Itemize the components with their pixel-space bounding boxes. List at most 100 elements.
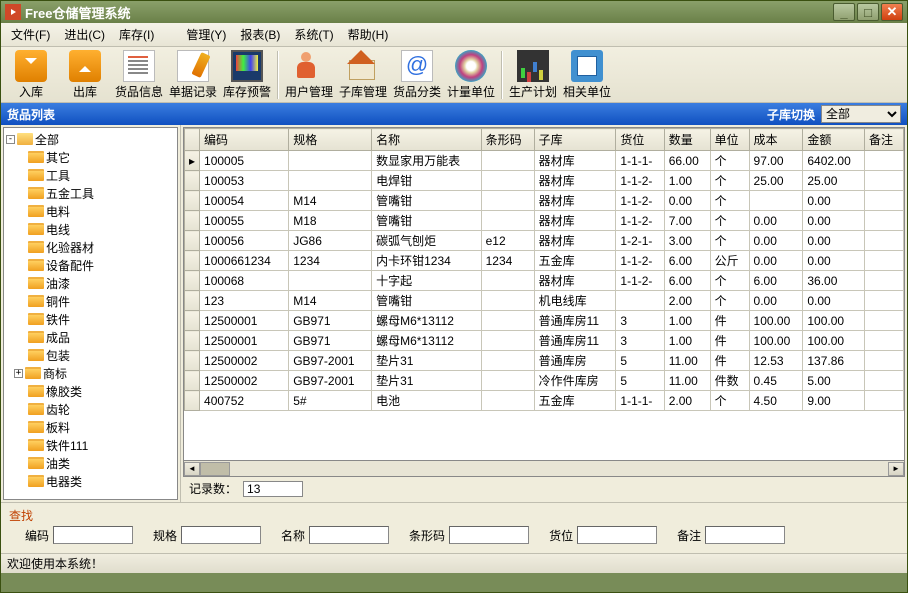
column-header[interactable]: 名称 [372, 129, 482, 151]
cell[interactable]: 0.00 [803, 211, 865, 231]
cell[interactable]: 100056 [200, 231, 289, 251]
column-header[interactable]: 规格 [289, 129, 372, 151]
cell[interactable] [865, 331, 904, 351]
cell[interactable]: 0.00 [803, 291, 865, 311]
table-row[interactable]: 100053电焊钳器材库1-1-2-1.00个25.0025.00 [185, 171, 904, 191]
toolbar-货品分类[interactable]: 货品分类 [391, 49, 443, 101]
tree-node[interactable]: 橡胶类 [6, 382, 175, 400]
cell[interactable]: 1-2-1- [616, 231, 664, 251]
tree-root[interactable]: 全部 [6, 130, 175, 148]
cell[interactable]: 1-1-2- [616, 191, 664, 211]
cell[interactable]: 0.00 [749, 251, 803, 271]
tree-node[interactable]: 铁件 [6, 310, 175, 328]
cell[interactable]: 个 [710, 231, 749, 251]
cell[interactable] [481, 351, 534, 371]
cell[interactable]: 碳弧气刨炬 [372, 231, 482, 251]
cell[interactable]: 件 [710, 331, 749, 351]
cell[interactable]: 100.00 [749, 311, 803, 331]
cell[interactable] [865, 371, 904, 391]
cell[interactable]: 3 [616, 331, 664, 351]
cell[interactable]: 五金库 [534, 251, 616, 271]
tree-node[interactable]: 齿轮 [6, 400, 175, 418]
minimize-button[interactable]: _ [833, 3, 855, 21]
cell[interactable]: M14 [289, 291, 372, 311]
cell[interactable]: 66.00 [664, 151, 710, 171]
search-input-名称[interactable] [309, 526, 389, 544]
tree-node[interactable]: 油类 [6, 454, 175, 472]
cell[interactable]: 普通库房11 [534, 331, 616, 351]
cell[interactable]: 12500002 [200, 351, 289, 371]
cell[interactable]: 0.00 [749, 291, 803, 311]
cell[interactable] [481, 171, 534, 191]
cell[interactable]: 0.00 [803, 231, 865, 251]
tree-node[interactable]: 电器类 [6, 472, 175, 490]
cell[interactable] [481, 391, 534, 411]
toolbar-入库[interactable]: 入库 [5, 49, 57, 101]
cell[interactable]: GB97-2001 [289, 351, 372, 371]
cell[interactable] [289, 271, 372, 291]
cell[interactable]: 11.00 [664, 351, 710, 371]
cell[interactable]: 25.00 [749, 171, 803, 191]
table-row[interactable]: 123M14管嘴钳机电线库2.00个0.000.00 [185, 291, 904, 311]
cell[interactable]: 1000661234 [200, 251, 289, 271]
menu-item[interactable]: 库存(I) [113, 24, 160, 45]
cell[interactable]: 器材库 [534, 151, 616, 171]
tree-node[interactable]: 化验器材 [6, 238, 175, 256]
cell[interactable]: 个 [710, 271, 749, 291]
cell[interactable]: 个 [710, 191, 749, 211]
cell[interactable]: 97.00 [749, 151, 803, 171]
cell[interactable]: 电池 [372, 391, 482, 411]
cell[interactable] [865, 391, 904, 411]
column-header[interactable]: 金额 [803, 129, 865, 151]
cell[interactable] [865, 151, 904, 171]
cell[interactable] [865, 311, 904, 331]
column-header[interactable]: 编码 [200, 129, 289, 151]
cell[interactable]: 个 [710, 291, 749, 311]
cell[interactable] [616, 291, 664, 311]
cell[interactable]: 100.00 [749, 331, 803, 351]
table-row[interactable]: 12500002GB97-2001垫片31冷作件库房511.00件数0.455.… [185, 371, 904, 391]
tree-node[interactable]: 工具 [6, 166, 175, 184]
cell[interactable]: 五金库 [534, 391, 616, 411]
cell[interactable]: 个 [710, 391, 749, 411]
table-row[interactable]: 12500001GB971螺母M6*13112普通库房1131.00件100.0… [185, 331, 904, 351]
cell[interactable]: 1234 [289, 251, 372, 271]
cell[interactable]: M18 [289, 211, 372, 231]
column-header[interactable]: 备注 [865, 129, 904, 151]
tree-node[interactable]: 设备配件 [6, 256, 175, 274]
table-row[interactable]: ▸100005数显家用万能表器材库1-1-1-66.00个97.006402.0… [185, 151, 904, 171]
cell[interactable] [865, 271, 904, 291]
cell[interactable]: 1-1-2- [616, 271, 664, 291]
menu-item[interactable]: 系统(T) [288, 24, 339, 45]
tree-node[interactable]: 铜件 [6, 292, 175, 310]
cell[interactable]: 100068 [200, 271, 289, 291]
cell[interactable]: 1-1-1- [616, 151, 664, 171]
table-row[interactable]: 12500002GB97-2001垫片31普通库房511.00件12.53137… [185, 351, 904, 371]
cell[interactable]: 100.00 [803, 331, 865, 351]
cell[interactable] [481, 211, 534, 231]
tree-node[interactable]: 其它 [6, 148, 175, 166]
cell[interactable]: 1.00 [664, 331, 710, 351]
menu-item[interactable]: 帮助(H) [342, 24, 395, 45]
cell[interactable]: 器材库 [534, 211, 616, 231]
cell[interactable]: 个 [710, 171, 749, 191]
cell[interactable]: 内卡环钳1234 [372, 251, 482, 271]
table-row[interactable]: 100056JG86碳弧气刨炬e12器材库1-2-1-3.00个0.000.00 [185, 231, 904, 251]
cell[interactable]: 0.00 [749, 211, 803, 231]
search-input-条形码[interactable] [449, 526, 529, 544]
cell[interactable]: JG86 [289, 231, 372, 251]
table-row[interactable]: 100055M18管嘴钳器材库1-1-2-7.00个0.000.00 [185, 211, 904, 231]
cell[interactable]: 十字起 [372, 271, 482, 291]
cell[interactable]: 9.00 [803, 391, 865, 411]
tree-node[interactable]: +商标 [6, 364, 175, 382]
cell[interactable] [481, 331, 534, 351]
category-tree[interactable]: 全部其它工具五金工具电料电线化验器材设备配件油漆铜件铁件成品包装+商标橡胶类齿轮… [3, 127, 178, 500]
maximize-button[interactable]: □ [857, 3, 879, 21]
toolbar-用户管理[interactable]: 用户管理 [283, 49, 335, 101]
cell[interactable]: 123 [200, 291, 289, 311]
cell[interactable] [865, 171, 904, 191]
cell[interactable]: 100.00 [803, 311, 865, 331]
cell[interactable]: 0.00 [803, 251, 865, 271]
search-input-货位[interactable] [577, 526, 657, 544]
column-header[interactable]: 货位 [616, 129, 664, 151]
